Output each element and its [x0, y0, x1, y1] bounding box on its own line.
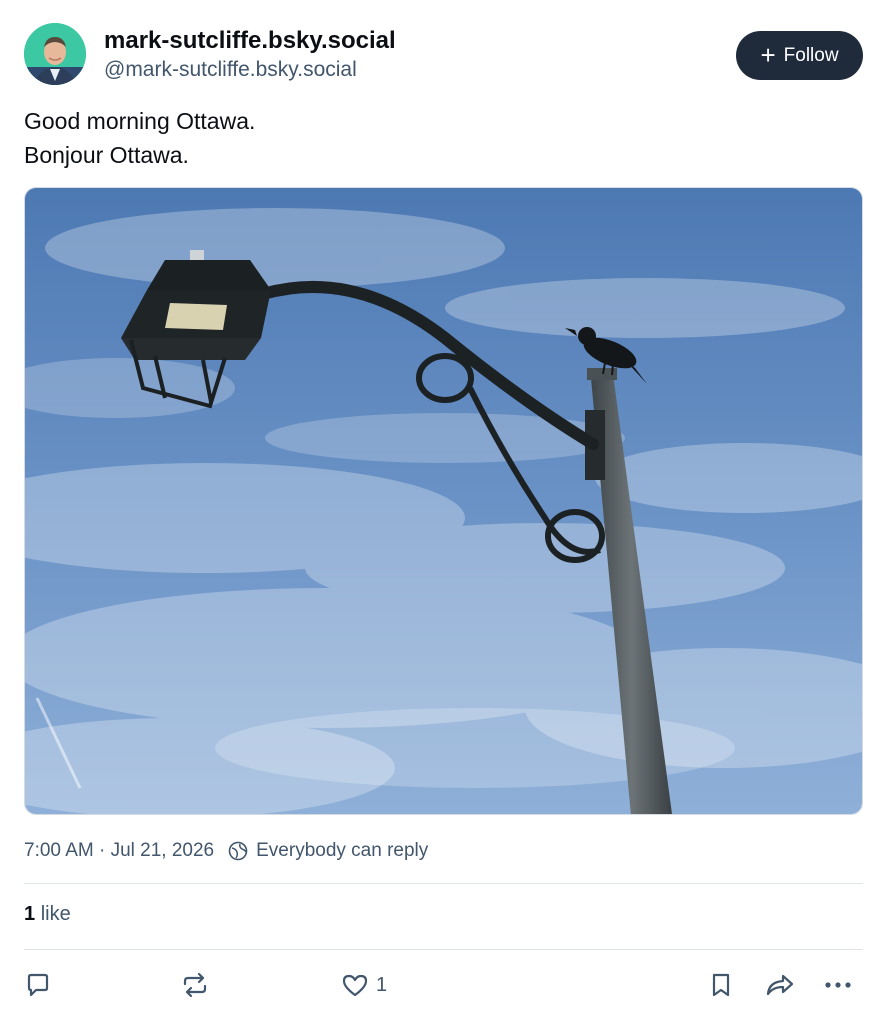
post-text-line: Good morning Ottawa.: [24, 108, 256, 134]
post-card: mark-sutcliffe.bsky.social @mark-sutclif…: [0, 0, 887, 1024]
more-options-button[interactable]: [823, 971, 855, 999]
more-icon: [823, 971, 855, 999]
repost-button[interactable]: [181, 971, 209, 999]
post-image[interactable]: [24, 187, 863, 815]
post-meta: 7:00 AM · Jul 21, 2026 Everybody can rep…: [24, 840, 428, 862]
likes-count: 1: [24, 903, 36, 925]
author-handle[interactable]: @mark-sutcliffe.bsky.social: [104, 58, 357, 82]
follow-button[interactable]: + Follow: [736, 31, 863, 80]
share-icon: [764, 971, 796, 999]
post-text-line: Bonjour Ottawa.: [24, 142, 189, 168]
post-text: Good morning Ottawa. Bonjour Ottawa.: [24, 104, 255, 172]
reply-setting: Everybody can reply: [256, 840, 429, 861]
likes-label: like: [40, 903, 71, 925]
like-count: 1: [376, 973, 388, 996]
globe-icon: [228, 841, 248, 861]
post-timestamp[interactable]: 7:00 AM · Jul 21, 2026: [24, 840, 214, 862]
repost-icon: [181, 971, 209, 999]
bookmark-icon: [708, 971, 734, 999]
divider: [24, 949, 863, 950]
like-button[interactable]: 1: [340, 971, 387, 999]
divider: [24, 883, 863, 884]
action-bar: 1: [0, 965, 887, 1009]
plus-icon: +: [760, 39, 776, 70]
reply-icon: [24, 971, 52, 999]
follow-button-label: Follow: [783, 44, 839, 66]
heart-icon: [340, 971, 370, 999]
bookmark-button[interactable]: [708, 971, 734, 999]
author-display-name[interactable]: mark-sutcliffe.bsky.social: [104, 27, 396, 55]
reply-button[interactable]: [24, 971, 52, 999]
likes-summary[interactable]: 1 like: [24, 903, 71, 926]
share-button[interactable]: [764, 971, 796, 999]
avatar[interactable]: [24, 23, 86, 85]
